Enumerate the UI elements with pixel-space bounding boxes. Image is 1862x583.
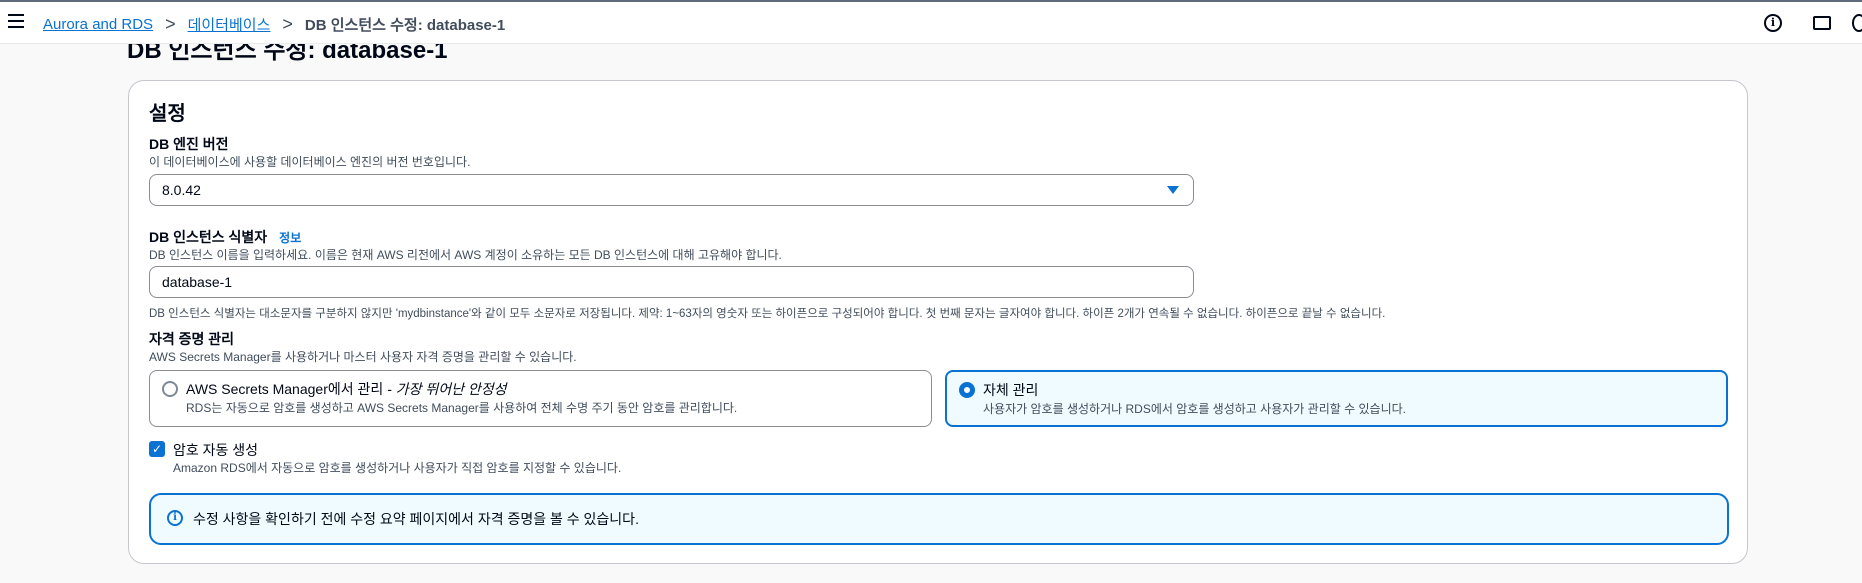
top-navigation-bar: Aurora and RDS > 데이터베이스 > DB 인스턴스 수정: da… (0, 0, 1862, 44)
identifier-constraint: DB 인스턴스 식별자는 대소문자를 구분하지 않지만 'mydbinstanc… (149, 308, 1386, 320)
option-label-text: AWS Secrets Manager에서 관리 (186, 381, 384, 397)
option-description: 사용자가 암호를 생성하거나 RDS에서 암호를 생성하고 사용자가 관리할 수… (983, 402, 1406, 416)
credentials-label: 자격 증명 관리 (149, 331, 235, 347)
alert-text: 수정 사항을 확인하기 전에 수정 요약 페이지에서 자격 증명을 볼 수 있습… (193, 511, 639, 527)
breadcrumb-aurora-rds[interactable]: Aurora and RDS (43, 16, 153, 33)
settings-container: 설정 DB 엔진 버전 이 데이터베이스에 사용할 데이터베이스 엔진의 버전 … (128, 80, 1748, 564)
credentials-option-self-managed[interactable]: 자체 관리 사용자가 암호를 생성하거나 RDS에서 암호를 생성하고 사용자가… (945, 370, 1728, 427)
credentials-description: AWS Secrets Manager를 사용하거나 마스터 사용자 자격 증명… (149, 350, 577, 364)
info-icon[interactable]: i (1764, 14, 1782, 32)
option-label: 자체 관리 (983, 382, 1039, 398)
chevron-right-icon: > (282, 14, 293, 34)
option-label: AWS Secrets Manager에서 관리 - 가장 뛰어난 안정성 (186, 379, 507, 399)
identifier-label-text: DB 인스턴스 식별자 (149, 229, 268, 245)
breadcrumb-databases[interactable]: 데이터베이스 (188, 14, 271, 35)
engine-version-label: DB 엔진 버전 (149, 136, 229, 152)
engine-version-select[interactable]: 8.0.42 (149, 174, 1194, 206)
radio-unselected[interactable] (162, 381, 178, 397)
auto-password-checkbox[interactable]: ✓ (149, 441, 165, 457)
auto-password-description: Amazon RDS에서 자동으로 암호를 생성하거나 사용자가 직접 암호를 … (173, 461, 622, 475)
info-alert: i 수정 사항을 확인하기 전에 수정 요약 페이지에서 자격 증명을 볼 수 … (149, 493, 1729, 545)
settings-icon[interactable] (1852, 14, 1862, 32)
info-icon: i (167, 510, 183, 526)
engine-version-value: 8.0.42 (162, 182, 201, 198)
identifier-label: DB 인스턴스 식별자 정보 (149, 227, 301, 247)
radio-selected[interactable] (959, 382, 975, 398)
option-label-suffix: - 가장 뛰어난 안정성 (383, 381, 507, 397)
auto-password-label: 암호 자동 생성 (173, 442, 259, 458)
breadcrumb-current: DB 인스턴스 수정: database-1 (304, 17, 506, 34)
identifier-description: DB 인스턴스 이름을 입력하세요. 이름은 현재 AWS 리전에서 AWS 계… (149, 248, 782, 262)
section-title: 설정 (149, 103, 186, 125)
chevron-right-icon: > (165, 14, 176, 34)
breadcrumb: Aurora and RDS > 데이터베이스 > DB 인스턴스 수정: da… (43, 14, 505, 35)
option-description: RDS는 자동으로 암호를 생성하고 AWS Secrets Manager를 … (186, 401, 738, 415)
engine-version-description: 이 데이터베이스에 사용할 데이터베이스 엔진의 버전 번호입니다. (149, 155, 471, 169)
credentials-option-secrets-manager[interactable]: AWS Secrets Manager에서 관리 - 가장 뛰어난 안정성 RD… (149, 370, 932, 427)
identifier-value: database-1 (162, 274, 233, 290)
caret-down-icon (1167, 186, 1179, 194)
identifier-input[interactable]: database-1 (149, 266, 1194, 298)
menu-icon[interactable] (8, 14, 24, 28)
identifier-info-link[interactable]: 정보 (279, 231, 301, 245)
screen-feedback-icon[interactable] (1813, 16, 1831, 30)
